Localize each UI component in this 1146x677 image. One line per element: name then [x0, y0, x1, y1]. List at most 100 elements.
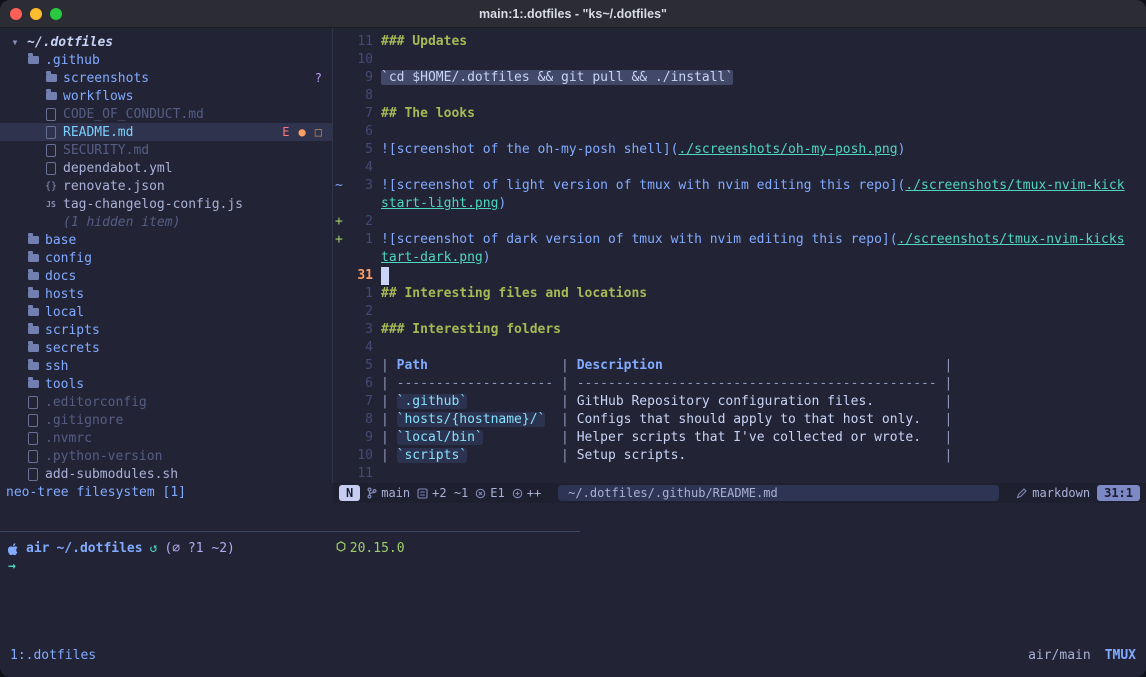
tree-item-1-hidden-item[interactable]: (1 hidden item)	[0, 213, 332, 231]
text-segment: |	[945, 430, 953, 445]
text-segment: )	[483, 250, 491, 265]
tree-item-workflows[interactable]: workflows	[0, 87, 332, 105]
tree-item-label: screenshots	[63, 71, 149, 86]
mode-indicator: N	[339, 485, 360, 501]
editor-line[interactable]: 8| `hosts/{hostname}/` | Configs that sh…	[333, 411, 1146, 429]
close-button[interactable]	[10, 8, 22, 20]
tree-item-python-version[interactable]: .python-version	[0, 447, 332, 465]
editor-line[interactable]: 4	[333, 159, 1146, 177]
gutter-sign	[333, 357, 345, 375]
tree-item-local[interactable]: local	[0, 303, 332, 321]
editor-line[interactable]: 11	[333, 465, 1146, 483]
line-text: tart-dark.png)	[381, 249, 491, 267]
line-text: ### Interesting folders	[381, 321, 561, 339]
editor-line[interactable]: 9| `local/bin` | Helper scripts that I'v…	[333, 429, 1146, 447]
tmux-session: ~/.dotfiles.githubscreenshots?workflowsC…	[0, 28, 1146, 677]
editor-line[interactable]: tart-dark.png)	[333, 249, 1146, 267]
editor-line[interactable]: start-light.png)	[333, 195, 1146, 213]
nvim-bottom-bars: neo-tree filesystem [1] N main	[0, 483, 1146, 503]
traffic-lights	[10, 0, 62, 28]
tree-item-readme-md[interactable]: README.mdE●□	[0, 123, 332, 141]
shell-pane[interactable]: air ~/.dotfiles ↺ (⌀ ?1 ~2) 20.15.0 →	[0, 532, 1146, 647]
editor-line[interactable]: 3### Interesting folders	[333, 321, 1146, 339]
editor-line[interactable]: 2	[333, 303, 1146, 321]
gutter-sign: +	[333, 231, 345, 249]
git-branch-label: main	[381, 486, 410, 500]
tree-item-base[interactable]: base	[0, 231, 332, 249]
editor-line[interactable]: 1## Interesting files and locations	[333, 285, 1146, 303]
tree-item-ssh[interactable]: ssh	[0, 357, 332, 375]
tree-item-dependabot-yml[interactable]: dependabot.yml	[0, 159, 332, 177]
editor-line[interactable]: 7| `.github` | GitHub Repository configu…	[333, 393, 1146, 411]
diagnostics-segment: E1	[475, 486, 504, 500]
text-segment	[483, 430, 561, 445]
tree-item-nvmrc[interactable]: .nvmrc	[0, 429, 332, 447]
gutter-sign	[333, 303, 345, 321]
tree-item-badges: E●□	[282, 125, 326, 139]
editor-pane[interactable]: 11### Updates 10 9`cd $HOME/.dotfiles &&…	[333, 28, 1146, 483]
window-title: main:1:.dotfiles - "ks~/.dotfiles"	[479, 7, 667, 21]
tree-item-security-md[interactable]: SECURITY.md	[0, 141, 332, 159]
text-segment: ## Interesting files and locations	[381, 286, 647, 301]
tree-item-badges: ?	[315, 71, 326, 85]
tree-item-secrets[interactable]: secrets	[0, 339, 332, 357]
tree-item-code-of-conduct-md[interactable]: CODE_OF_CONDUCT.md	[0, 105, 332, 123]
text-segment: `.github`	[397, 394, 467, 409]
titlebar: main:1:.dotfiles - "ks~/.dotfiles"	[0, 0, 1146, 28]
tree-item-scripts[interactable]: scripts	[0, 321, 332, 339]
tree-item-config[interactable]: config	[0, 249, 332, 267]
text-segment: |	[381, 448, 397, 463]
line-number: 11	[345, 33, 373, 51]
file-path: ~/.dotfiles/.github/README.md	[558, 485, 999, 501]
line-number: 6	[345, 375, 373, 393]
editor-line[interactable]: 10| `scripts` | Setup scripts. |	[333, 447, 1146, 465]
text-segment: --------------------	[397, 376, 561, 391]
file-icon	[44, 143, 58, 157]
editor-line[interactable]: 8	[333, 87, 1146, 105]
tree-item-tools[interactable]: tools	[0, 375, 332, 393]
line-number: 3	[345, 177, 373, 195]
editor-line[interactable]: ~3![screenshot of light version of tmux …	[333, 177, 1146, 195]
git-status-badge: □	[315, 125, 322, 139]
editor-line[interactable]: 6| -------------------- | --------------…	[333, 375, 1146, 393]
tree-item-label: config	[45, 251, 92, 266]
line-number: 10	[345, 51, 373, 69]
editor-line[interactable]: 5![screenshot of the oh-my-posh shell](.…	[333, 141, 1146, 159]
editor-line[interactable]: 5| Path | Description |	[333, 357, 1146, 375]
tree-item-renovate-json[interactable]: renovate.json	[0, 177, 332, 195]
editor-line[interactable]: 7## The looks	[333, 105, 1146, 123]
tree-item-screenshots[interactable]: screenshots?	[0, 69, 332, 87]
tree-item-label: renovate.json	[63, 179, 165, 194]
tree-item-docs[interactable]: docs	[0, 267, 332, 285]
editor-line[interactable]: 4	[333, 339, 1146, 357]
editor-line[interactable]: +2	[333, 213, 1146, 231]
zoom-button[interactable]	[50, 8, 62, 20]
editor-line[interactable]: +1![screenshot of dark version of tmux w…	[333, 231, 1146, 249]
gutter-sign	[333, 141, 345, 159]
editor-line[interactable]: 9`cd $HOME/.dotfiles && git pull && ./in…	[333, 69, 1146, 87]
text-segment: |	[561, 412, 577, 427]
editor-line[interactable]: 11### Updates	[333, 33, 1146, 51]
gutter-sign	[333, 105, 345, 123]
editor-line[interactable]: 6	[333, 123, 1146, 141]
tree-item-editorconfig[interactable]: .editorconfig	[0, 393, 332, 411]
tree-item-hosts[interactable]: hosts	[0, 285, 332, 303]
line-number: 9	[345, 69, 373, 87]
tree-item-add-submodules-sh[interactable]: add-submodules.sh	[0, 465, 332, 483]
line-number: 7	[345, 105, 373, 123]
line-text: | `.github` | GitHub Repository configur…	[381, 393, 952, 411]
editor-line[interactable]: 31	[333, 267, 1146, 285]
gutter-sign	[333, 321, 345, 339]
folder-icon	[26, 269, 40, 283]
tree-item-tag-changelog-config-js[interactable]: tag-changelog-config.js	[0, 195, 332, 213]
tree-item-github[interactable]: .github	[0, 51, 332, 69]
tree-item-gitignore[interactable]: .gitignore	[0, 411, 332, 429]
editor-line[interactable]: 10	[333, 51, 1146, 69]
line-number: 31	[345, 267, 373, 285]
text-segment: |	[381, 394, 397, 409]
tmux-window-label[interactable]: 1:.dotfiles	[10, 647, 96, 665]
tree-item-dotfiles[interactable]: ~/.dotfiles	[0, 33, 332, 51]
tree-item-label: .gitignore	[45, 413, 123, 428]
shell-input-line[interactable]: →	[8, 558, 1146, 576]
minimize-button[interactable]	[30, 8, 42, 20]
